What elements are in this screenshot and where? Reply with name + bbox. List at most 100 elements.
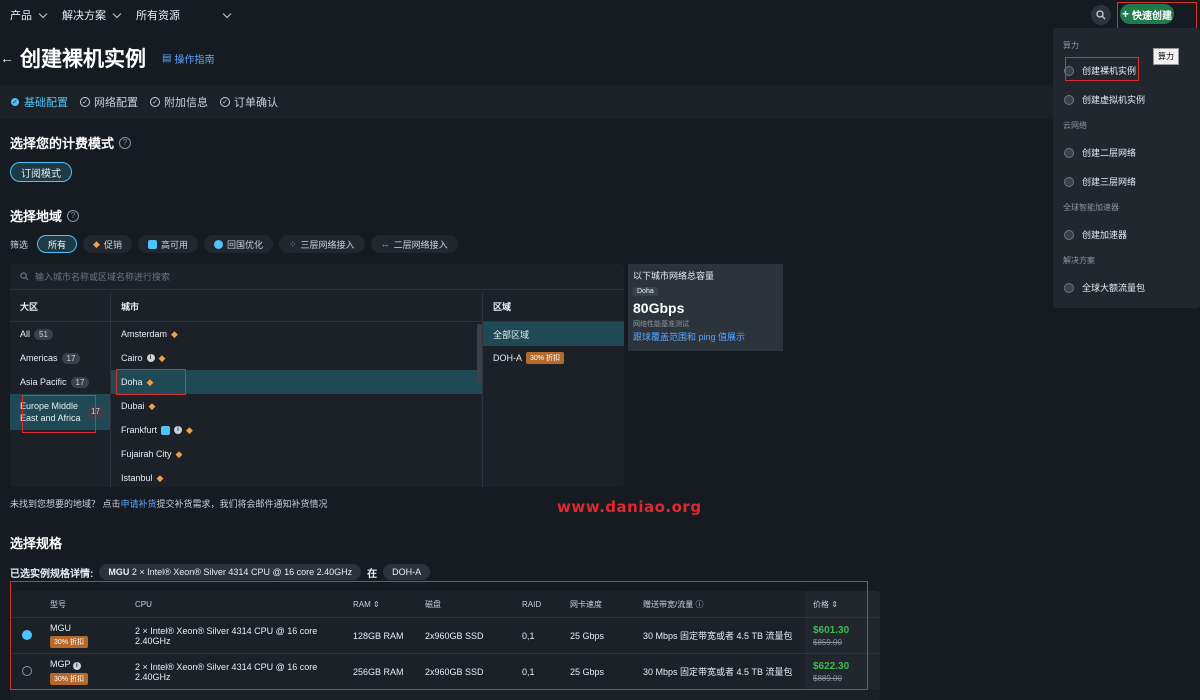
tag-icon: ◆ [148, 400, 156, 411]
step-extra[interactable]: ✓ 附加信息 [150, 94, 208, 110]
step-network[interactable]: ✓ 网络配置 [80, 94, 138, 110]
filter-l3[interactable]: ⁘ 三层网络接入 [279, 235, 365, 253]
filter-optimized[interactable]: 回国优化 [203, 235, 273, 253]
city-item[interactable]: Istanbul ◆ [111, 466, 482, 487]
tag-icon: ◆ [158, 352, 166, 363]
back-arrow-icon[interactable]: ← [0, 50, 14, 66]
network-icon [1064, 176, 1074, 187]
continent-americas[interactable]: Americas 17 [10, 346, 110, 370]
step-confirm[interactable]: ✓ 订单确认 [220, 94, 278, 110]
filter-l2[interactable]: ↔ 二层网络接入 [370, 235, 458, 253]
selected-zone-pill: DOH-A [383, 564, 431, 580]
page-header: ← 创建裸机实例 ▤ 操作指南 [0, 40, 214, 76]
nav-products[interactable]: 产品 [10, 7, 48, 23]
chevron-down-icon [222, 9, 232, 18]
coverage-link[interactable]: 跟球覆盖范围和 ping 值展示 [633, 330, 778, 343]
filter-promo[interactable]: ◆ 促销 [83, 235, 132, 253]
accelerator-icon [1064, 229, 1074, 240]
city-item[interactable]: Cairo i ◆ [111, 346, 482, 370]
menu-create-l3[interactable]: 创建三层网络 [1064, 175, 1136, 188]
continent-asia[interactable]: Asia Pacific 17 [10, 370, 110, 394]
help-icon[interactable]: ? [119, 136, 132, 149]
info-icon: i [174, 426, 183, 434]
page-title: 创建裸机实例 [20, 48, 146, 71]
search-icon [20, 272, 29, 281]
continent-all[interactable]: All 51 [10, 322, 110, 346]
plus-icon: + [1121, 7, 1129, 21]
menu-create-accelerator[interactable]: 创建加速器 [1064, 228, 1127, 241]
quick-create-menu: 算力 创建裸机实例 创建虚拟机实例 云网络 创建二层网络 创建三层网络 全球智能… [1053, 28, 1200, 308]
continent-emea[interactable]: Europe Middle East and Africa 17 [10, 394, 110, 430]
billing-mode-subscription[interactable]: 订阅模式 [10, 162, 72, 182]
filter-all[interactable]: 所有 [37, 235, 78, 253]
restock-note: 未找到您想要的地域？ 点击申请补货提交补货需求，我们将会邮件通知补货情况 [10, 499, 328, 509]
network-icon [1064, 147, 1074, 158]
city-item[interactable]: Fujairah City ◆ [111, 442, 482, 466]
search-button[interactable] [1091, 5, 1111, 25]
restock-link[interactable]: 申请补货 [121, 499, 157, 509]
tag-icon: ◆ [171, 328, 178, 339]
zone-all[interactable]: 全部区域 [483, 322, 624, 346]
scrollbar[interactable] [477, 324, 482, 384]
spec-section-title: 选择规格 [10, 536, 63, 551]
city-item[interactable]: Frankfurt i ◆ [111, 418, 482, 442]
region-section-title: 选择地域? [10, 206, 80, 225]
check-icon: ✓ [150, 97, 160, 107]
region-search-input[interactable]: 输入城市名称或区域名称进行搜索 [10, 264, 624, 290]
network-icon: ⁘ [289, 238, 297, 249]
tag-icon: ◆ [156, 472, 164, 483]
radio-selected[interactable] [22, 629, 32, 640]
table-header: 型号 CPU RAM ⇕ 磁盘 RAID 网卡速度 赠送带宽/流量 ⓘ 价格 ⇕ [10, 591, 880, 617]
region-filters: 筛选 所有 ◆ 促销 高可用 回国优化 ⁘ 三层网络接入 ↔ 二层网络接入 [10, 235, 458, 253]
watermark: www.daniao.org [557, 498, 702, 516]
tag-icon: ◆ [146, 376, 154, 387]
step-indicator: ✓ 基础配置 ✓ 网络配置 ✓ 附加信息 ✓ 订单确认 [0, 85, 1200, 119]
region-selector: 输入城市名称或区域名称进行搜索 大区 All 51 Americas 17 Asia… [10, 264, 624, 487]
continent-column: 大区 All 51 Americas 17 Asia Pacific 17 Europ… [10, 292, 111, 487]
chevron-down-icon [38, 9, 48, 18]
filter-ha[interactable]: 高可用 [137, 235, 198, 253]
menu-create-l2[interactable]: 创建二层网络 [1064, 146, 1136, 159]
city-item[interactable]: Amsterdam ◆ [111, 322, 482, 346]
quick-create-button[interactable]: + 快速创建 [1120, 4, 1174, 24]
spec-table: 型号 CPU RAM ⇕ 磁盘 RAID 网卡速度 赠送带宽/流量 ⓘ 价格 ⇕… [10, 591, 880, 700]
selected-spec: 已选实例规格详情: MGU 2 × Intel® Xeon® Silver 43… [10, 564, 431, 580]
menu-traffic-package[interactable]: 全球大额流量包 [1064, 281, 1145, 294]
zone-doh-a[interactable]: DOH-A 30% 折扣 [483, 346, 624, 370]
check-icon: ✓ [10, 97, 20, 107]
nav-resources[interactable]: 所有资源 [136, 7, 232, 23]
server-icon [161, 425, 171, 435]
help-icon[interactable]: ? [67, 209, 80, 222]
network-icon: ↔ [380, 239, 390, 249]
server-icon [147, 239, 157, 249]
info-icon: i [146, 354, 155, 362]
radio-unselected[interactable] [22, 665, 32, 676]
city-column: 城市 Amsterdam ◆ Cairo i ◆ Doha ◆ Dubai ◆ Frank… [111, 292, 483, 487]
nav-solutions[interactable]: 解决方案 [62, 7, 122, 23]
chevron-down-icon [112, 9, 122, 18]
city-item[interactable]: Dubai ◆ [111, 394, 482, 418]
top-navigation: 产品 解决方案 所有资源 [0, 0, 1200, 30]
tag-icon: ◆ [175, 448, 183, 459]
tag-icon: ◆ [93, 238, 100, 249]
info-icon: i [72, 661, 81, 670]
menu-create-baremetal[interactable]: 创建裸机实例 [1064, 64, 1136, 77]
check-icon: ✓ [80, 97, 90, 107]
discount-badge: 30% 折扣 [50, 672, 88, 685]
tooltip: 算力 [1153, 48, 1179, 65]
step-basic[interactable]: ✓ 基础配置 [10, 94, 68, 110]
guide-link[interactable]: ▤ 操作指南 [162, 51, 214, 66]
search-icon [1096, 10, 1106, 20]
document-icon: ▤ [162, 52, 172, 64]
cloud-icon [1064, 94, 1074, 105]
table-row[interactable]: MGU 30% 折扣 2 × Intel® Xeon® Silver 4314 C… [10, 617, 880, 653]
city-item[interactable]: Doha ◆ [111, 370, 482, 394]
zone-column: 区域 全部区域 DOH-A 30% 折扣 [483, 292, 624, 487]
menu-create-vm[interactable]: 创建虚拟机实例 [1064, 93, 1145, 106]
capacity-card: 以下城市网络总容量 Doha 80Gbps 网络性能基准测试 跟球覆盖范围和 p… [628, 264, 783, 351]
globe-icon [213, 239, 223, 249]
tag-icon: ◆ [186, 424, 193, 435]
server-icon [1064, 65, 1074, 76]
table-row[interactable]: MGP i 30% 折扣 2 × Intel® Xeon® Silver 4314… [10, 653, 880, 689]
discount-badge: 30% 折扣 [526, 352, 564, 364]
